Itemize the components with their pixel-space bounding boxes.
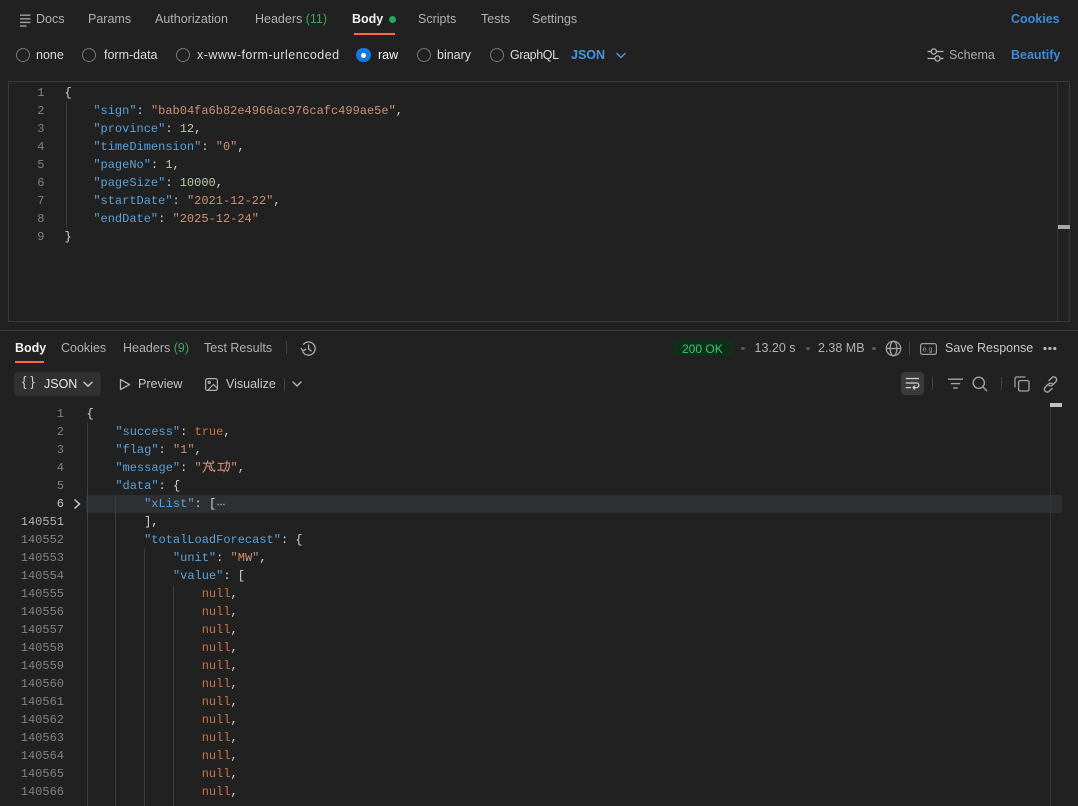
svg-text:e.g.: e.g.	[923, 347, 935, 354]
